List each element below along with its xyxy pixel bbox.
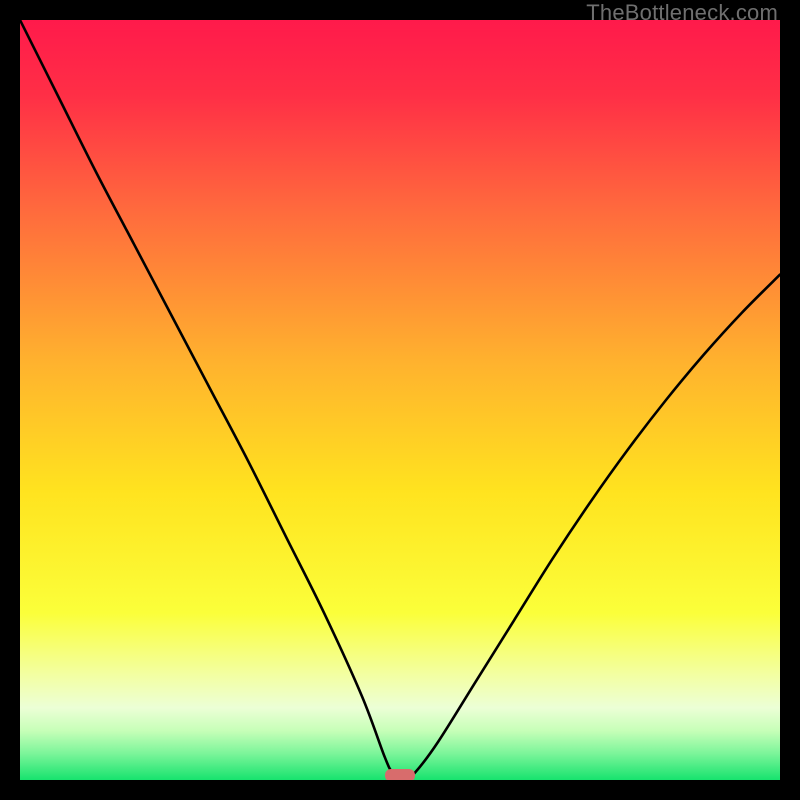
bottleneck-chart xyxy=(20,20,780,780)
optimum-marker xyxy=(385,769,415,780)
watermark-text: TheBottleneck.com xyxy=(586,0,778,26)
